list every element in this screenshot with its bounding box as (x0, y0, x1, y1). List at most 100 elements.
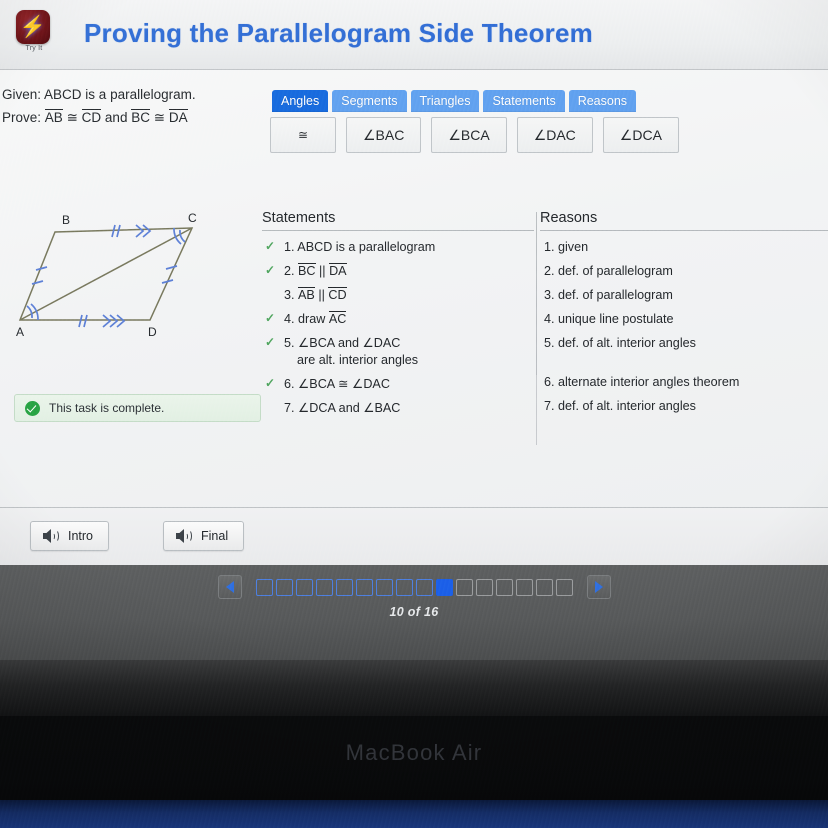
reasons-header: Reasons (540, 210, 598, 226)
desk-reflection (0, 800, 828, 828)
statement-row[interactable]: ✓ 4. draw AC (262, 311, 532, 327)
reason-text: 6. alternate interior angles theorem (544, 374, 740, 389)
reason-row[interactable]: 2. def. of parallelogram (540, 263, 828, 279)
previous-page-button[interactable] (217, 575, 242, 599)
page-indicator-16[interactable] (555, 578, 573, 596)
page-indicator-4[interactable] (315, 578, 333, 596)
chip-bca[interactable]: ∠BCA (431, 117, 507, 153)
prove-line: Prove: AB ≅ CD and BC ≅ DA (2, 109, 252, 126)
page-indicator-list (255, 578, 573, 596)
proof-column-divider (536, 212, 537, 375)
statement-row[interactable]: 3. AB || CD (262, 287, 532, 303)
statement-text: 1. ABCD is a parallelogram (284, 240, 436, 254)
given-line: Given: ABCD is a parallelogram. (2, 87, 252, 102)
page-title: Proving the Parallelogram Side Theorem (84, 18, 593, 48)
parallelogram-abcd-with-diagonal: B C A D (10, 210, 240, 340)
reason-row[interactable]: 7. def. of alt. interior angles (540, 398, 828, 414)
page-indicator-11[interactable] (455, 578, 473, 596)
device-brand-label: MacBook Air (345, 740, 483, 765)
segment-bc: BC (131, 109, 150, 125)
chip-congruent[interactable]: ≅ (270, 117, 336, 153)
tab-segments[interactable]: Segments (332, 90, 407, 112)
lightning-bolt-glyph: ⚡ (19, 15, 47, 39)
page-indicator-15[interactable] (535, 578, 553, 596)
chip-tray-divider (262, 173, 828, 174)
reason-row[interactable]: 1. given (540, 239, 828, 255)
page-indicator-1[interactable] (255, 578, 273, 596)
statements-header: Statements (262, 210, 336, 226)
reason-row[interactable]: 4. unique line postulate (540, 311, 828, 327)
tab-reasons[interactable]: Reasons (568, 90, 637, 112)
chip-bac[interactable]: ∠BAC (346, 117, 422, 153)
chip-dca[interactable]: ∠DCA (602, 117, 679, 153)
statement-text: 3. AB || CD (284, 287, 347, 303)
app-header: ⚡ Try It Proving the Parallelogram Side … (0, 0, 828, 70)
page-indicator-9[interactable] (415, 578, 433, 596)
statement-check-icon: ✓ (265, 335, 276, 350)
statement-text: 5. ∠BCA and ∠DAC (284, 336, 401, 351)
reason-row[interactable]: 3. def. of parallelogram (540, 287, 828, 303)
page-indicator-13[interactable] (495, 578, 513, 596)
reason-text: 1. given (544, 240, 589, 254)
laptop-bezel-upper (0, 660, 828, 718)
reasons-list: 1. given 2. def. of parallelogram 3. def. … (540, 239, 828, 414)
lesson-work-area: Given: ABCD is a parallelogram. Prove: A… (0, 70, 828, 507)
prove-label: Prove: (2, 110, 42, 125)
palette-chip-tray: ≅ ∠BAC ∠BCA ∠DAC ∠DCA (270, 117, 679, 153)
next-page-button[interactable] (586, 575, 611, 599)
play-final-label: Final (201, 529, 229, 543)
statement-row[interactable]: ✓ 6. ∠BCA ≅ ∠DAC (262, 376, 532, 392)
reason-text: 2. def. of parallelogram (544, 264, 673, 279)
congruence-symbol-2: ≅ (153, 110, 166, 125)
statements-column: Statements ✓ 1. ABCD is a parallelogram ✓ 2… (262, 210, 534, 416)
statement-row[interactable]: ✓ 5. ∠BCA and ∠DAC are alt. interior angle… (262, 335, 532, 367)
page-indicator-14[interactable] (515, 578, 533, 596)
check-circle-icon (25, 400, 40, 416)
segment-da: DA (168, 109, 188, 125)
play-final-button[interactable]: Final (163, 521, 245, 551)
play-intro-label: Intro (68, 529, 94, 543)
page-indicator-2[interactable] (275, 578, 293, 596)
reason-row[interactable]: 5. def. of alt. interior angles (540, 335, 828, 351)
vertex-label-c: C (188, 211, 197, 225)
statements-header-rule (262, 230, 534, 231)
statement-row[interactable]: 7. ∠DCA and ∠BAC (262, 400, 532, 416)
page-indicator-8[interactable] (395, 578, 413, 596)
page-indicator-5[interactable] (335, 578, 353, 596)
statement-text: 7. ∠DCA and ∠BAC (284, 400, 401, 415)
pagination-band: 10 of 16 (0, 565, 828, 665)
page-indicator-3[interactable] (295, 578, 313, 596)
vertex-label-d: D (148, 325, 157, 339)
given-prove-block: Given: ABCD is a parallelogram. Prove: A… (2, 87, 252, 133)
given-text: ABCD is a parallelogram. (44, 87, 196, 102)
statement-text: 2. BC || DA (284, 263, 347, 279)
tab-triangles[interactable]: Triangles (410, 90, 480, 112)
tab-statements[interactable]: Statements (483, 90, 565, 112)
statements-list: ✓ 1. ABCD is a parallelogram ✓ 2. BC || DA 3… (262, 239, 532, 416)
laptop-screen-photo: ⚡ Try It Proving the Parallelogram Side … (0, 0, 828, 828)
parallelogram-svg: B C A D (16, 211, 197, 339)
page-indicator-6[interactable] (355, 578, 373, 596)
statement-row[interactable]: ✓ 1. ABCD is a parallelogram (262, 239, 532, 255)
play-intro-button[interactable]: Intro (30, 521, 110, 551)
reason-row[interactable]: 6. alternate interior angles theorem (540, 374, 828, 390)
page-indicator-10[interactable] (435, 578, 453, 596)
statement-check-icon: ✓ (265, 239, 276, 253)
statement-text: 6. ∠BCA ≅ ∠DAC (284, 376, 390, 391)
statement-check-icon: ✓ (265, 311, 276, 326)
app-icon-label: Try It (25, 45, 43, 52)
page-indicator-7[interactable] (375, 578, 393, 596)
speaker-icon (43, 529, 59, 543)
pagination-control (0, 573, 828, 601)
statement-row[interactable]: ✓ 2. BC || DA (262, 263, 532, 279)
chip-dac[interactable]: ∠DAC (516, 117, 593, 153)
page-indicator-12[interactable] (475, 578, 493, 596)
statement-check-icon: ✓ (265, 375, 276, 390)
tab-angles[interactable]: Angles (272, 90, 329, 112)
given-label: Given: (2, 87, 42, 102)
diagonal-ac (19, 227, 193, 321)
palette-tab-bar: Angles Segments Triangles Statements Reasons (272, 90, 637, 112)
speaker-icon (176, 529, 192, 543)
segment-ab: AB (44, 109, 63, 125)
chevron-left-icon (225, 581, 234, 593)
